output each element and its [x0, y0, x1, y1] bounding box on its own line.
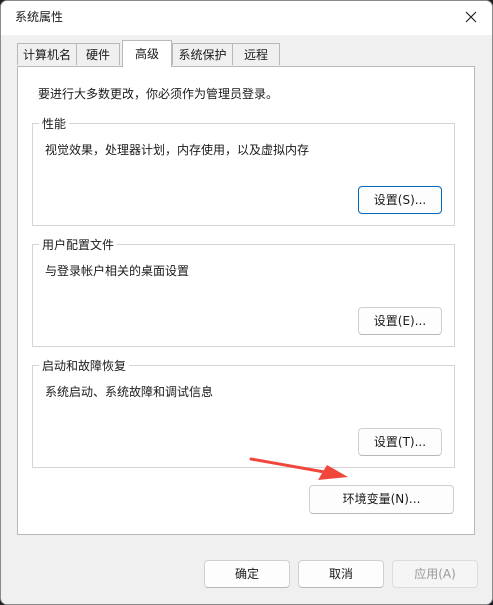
tab-advanced[interactable]: 高级 — [122, 40, 172, 67]
advanced-tab-panel: 要进行大多数更改，你必须作为管理员登录。 性能 视觉效果，处理器计划，内存使用，… — [17, 66, 475, 535]
tab-hardware[interactable]: 硬件 — [76, 43, 120, 65]
startup-recovery-settings-button[interactable]: 设置(T)... — [358, 428, 442, 456]
dialog-footer: 确定 取消 应用(A) — [1, 535, 492, 604]
performance-title: 性能 — [39, 115, 70, 132]
window-title: 系统属性 — [15, 10, 64, 24]
tab-system-protection[interactable]: 系统保护 — [172, 43, 233, 65]
user-profiles-description: 与登录帐户相关的桌面设置 — [45, 264, 190, 278]
system-properties-window: 系统属性 计算机名 硬件 高级 系统保护 远程 要进行大多数更改，你必须作为管理… — [0, 0, 493, 605]
environment-variables-button[interactable]: 环境变量(N)... — [309, 485, 454, 514]
startup-recovery-description: 系统启动、系统故障和调试信息 — [45, 385, 214, 399]
close-icon — [465, 11, 477, 23]
cancel-button[interactable]: 取消 — [298, 560, 384, 588]
startup-recovery-group: 启动和故障恢复 系统启动、系统故障和调试信息 设置(T)... — [32, 357, 455, 468]
tab-strip: 计算机名 硬件 高级 系统保护 远程 — [1, 35, 492, 67]
performance-group: 性能 视觉效果，处理器计划，内存使用，以及虚拟内存 设置(S)... — [32, 115, 455, 226]
user-profiles-group: 用户配置文件 与登录帐户相关的桌面设置 设置(E)... — [32, 236, 455, 347]
title-bar: 系统属性 — [1, 1, 492, 35]
startup-recovery-title: 启动和故障恢复 — [39, 357, 130, 374]
performance-description: 视觉效果，处理器计划，内存使用，以及虚拟内存 — [45, 143, 310, 157]
tab-remote[interactable]: 远程 — [232, 43, 280, 65]
tab-computer-name[interactable]: 计算机名 — [17, 43, 77, 65]
user-profiles-settings-button[interactable]: 设置(E)... — [358, 307, 442, 335]
admin-notice: 要进行大多数更改，你必须作为管理员登录。 — [38, 87, 279, 101]
apply-button[interactable]: 应用(A) — [392, 560, 478, 588]
performance-settings-button[interactable]: 设置(S)... — [358, 186, 442, 214]
ok-button[interactable]: 确定 — [204, 560, 290, 588]
user-profiles-title: 用户配置文件 — [39, 236, 118, 253]
close-button[interactable] — [456, 3, 486, 31]
